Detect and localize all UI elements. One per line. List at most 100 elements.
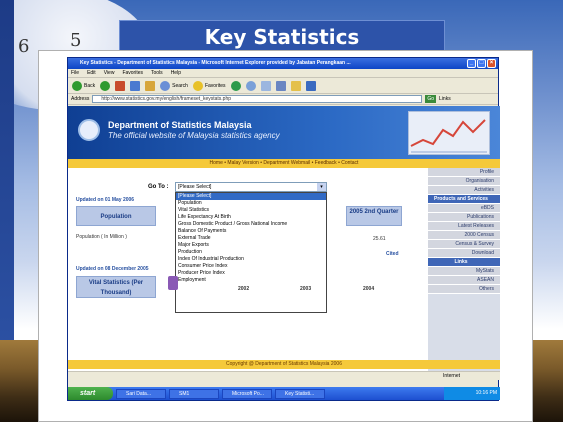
population-header: Population [76, 206, 156, 226]
dept-title: Department of Statistics Malaysia [108, 120, 252, 130]
population-value: 25.61 [373, 236, 386, 242]
book-icon[interactable] [168, 276, 178, 290]
sidebar-item[interactable]: Profile [428, 168, 500, 177]
menu-view[interactable]: View [104, 69, 115, 77]
sidebar-item[interactable]: Publications [428, 213, 500, 222]
dropdown-option[interactable]: Producer Price Index [176, 270, 326, 277]
dropdown-option[interactable]: Production [176, 249, 326, 256]
media-icon[interactable] [230, 80, 241, 91]
menu-favorites[interactable]: Favorites [122, 69, 143, 77]
sidebar-item[interactable]: Organisation [428, 177, 500, 186]
print-icon[interactable] [275, 80, 286, 91]
year-label: 2002 [238, 286, 250, 292]
sidebar-section-header: Links [428, 258, 500, 267]
minimize-icon[interactable]: _ [467, 59, 476, 68]
slide-title-box: Key Statistics [119, 20, 445, 53]
year-label: 2003 [300, 286, 312, 292]
history-icon[interactable] [245, 80, 256, 91]
links-label[interactable]: Links [439, 96, 451, 102]
sidebar-section-header: Products and Services [428, 195, 500, 204]
sidebar-item[interactable]: ASEAN [428, 276, 500, 285]
back-button[interactable]: Back [72, 80, 95, 91]
goto-dropdown-list: [Please Select] Population Vital Statistic… [175, 192, 327, 313]
sidebar-item[interactable]: Latest Releases [428, 222, 500, 231]
dropdown-option[interactable]: External Trade [176, 235, 326, 242]
home-icon[interactable] [145, 80, 156, 91]
sidebar-item[interactable]: 2000 Census [428, 231, 500, 240]
year-label: 2004 [363, 286, 375, 292]
menu-help[interactable]: Help [171, 69, 181, 77]
menu-file[interactable]: File [71, 69, 79, 77]
clock-number: 5 [70, 30, 82, 51]
dropdown-option[interactable]: Vital Statistics [176, 207, 326, 214]
star-icon [192, 80, 203, 91]
forward-arrow-icon[interactable] [100, 80, 111, 91]
taskbar: start Sari Data... SM1 Microsoft Po... K… [68, 387, 500, 400]
address-input[interactable]: http://www.statistics.gov.my/english/fra… [92, 95, 423, 103]
dropdown-option[interactable]: Employment [176, 277, 326, 284]
goto-select[interactable]: [Please Select] ▾ [175, 182, 327, 192]
clock-number: 6 [18, 36, 30, 57]
address-bar: Address http://www.statistics.gov.my/eng… [68, 94, 498, 105]
start-button[interactable]: start [68, 387, 113, 400]
taskbar-item[interactable]: Key Statisti... [275, 388, 325, 399]
system-tray-clock: 10:16 PM [444, 387, 500, 400]
menu-bar: File Edit View Favorites Tools Help [68, 69, 498, 78]
sidebar-item[interactable]: eBDS [428, 204, 500, 213]
line-graph-icon [410, 119, 487, 153]
go-button[interactable]: Go [425, 95, 437, 103]
vital-statistics-header: Vital Statistics (Per Thousand) [76, 276, 156, 298]
dropdown-option[interactable]: [Please Select] [176, 193, 326, 200]
updated-label: Updated on 08 December 2005 [76, 266, 149, 272]
population-row-label: Population ( In Million ) [76, 234, 127, 240]
taskbar-item[interactable]: SM1 [169, 388, 219, 399]
dropdown-option[interactable]: Gross Domestic Product / Gross National … [176, 221, 326, 228]
chevron-down-icon[interactable]: ▾ [317, 183, 326, 191]
menu-tools[interactable]: Tools [151, 69, 163, 77]
address-label: Address [71, 96, 90, 102]
sidebar-item[interactable]: Download [428, 249, 500, 258]
favorites-button[interactable]: Favorites [192, 80, 226, 91]
taskbar-item[interactable]: Sari Data... [116, 388, 166, 399]
updated-label: Updated on 01 May 2006 [76, 197, 135, 203]
sidebar-item[interactable]: Census & Survey [428, 240, 500, 249]
close-icon[interactable]: × [487, 59, 496, 68]
dropdown-option[interactable]: Balance Of Payments [176, 228, 326, 235]
refresh-icon[interactable] [130, 80, 141, 91]
taskbar-item[interactable]: Microsoft Po... [222, 388, 272, 399]
banner-graph [408, 111, 490, 155]
goto-label: Go To : [148, 184, 169, 190]
dosm-logo [78, 119, 100, 141]
browser-window: Key Statistics - Department of Statistic… [67, 57, 500, 401]
nav-links[interactable]: Home • Malay Version • Department Webmai… [68, 159, 500, 168]
stop-icon[interactable] [115, 80, 126, 91]
sidebar-item[interactable]: Others [428, 285, 500, 294]
mail-icon[interactable] [260, 80, 271, 91]
dropdown-option[interactable]: Population [176, 200, 326, 207]
dropdown-option[interactable]: Major Exports [176, 242, 326, 249]
folder-icon[interactable] [290, 80, 301, 91]
menu-edit[interactable]: Edit [87, 69, 96, 77]
copyright-bar: Copyright @ Department of Statistics Mal… [68, 360, 500, 369]
messenger-icon[interactable] [305, 80, 316, 91]
quarter-header: 2005 2nd Quarter [346, 206, 402, 226]
back-arrow-icon [72, 80, 82, 91]
select-value: [Please Select] [178, 184, 212, 190]
dropdown-option[interactable]: Consumer Price Index [176, 263, 326, 270]
dropdown-option[interactable]: Life Expectancy At Birth [176, 214, 326, 221]
status-bar: Internet [68, 371, 500, 380]
maximize-icon[interactable]: □ [477, 59, 486, 68]
cited-link[interactable]: Cited [386, 251, 399, 257]
sidebar-item[interactable]: MyStats [428, 267, 500, 276]
window-title: Key Statistics - Department of Statistic… [80, 60, 351, 66]
dropdown-option[interactable]: Index Of Industrial Production [176, 256, 326, 263]
search-icon [160, 80, 171, 91]
right-sidebar: Profile Organisation Activities Products an… [428, 168, 500, 371]
search-button[interactable]: Search [160, 80, 188, 91]
slide-background: 6 5 Key Statistics Key Statistics - Depa… [0, 0, 563, 422]
window-title-bar[interactable]: Key Statistics - Department of Statistic… [68, 58, 498, 69]
sidebar-item[interactable]: Activities [428, 186, 500, 195]
dept-subtitle: The official website of Malaysia statist… [108, 131, 280, 140]
site-banner: Department of Statistics Malaysia The of… [68, 106, 500, 159]
page-content: Department of Statistics Malaysia The of… [68, 106, 500, 371]
